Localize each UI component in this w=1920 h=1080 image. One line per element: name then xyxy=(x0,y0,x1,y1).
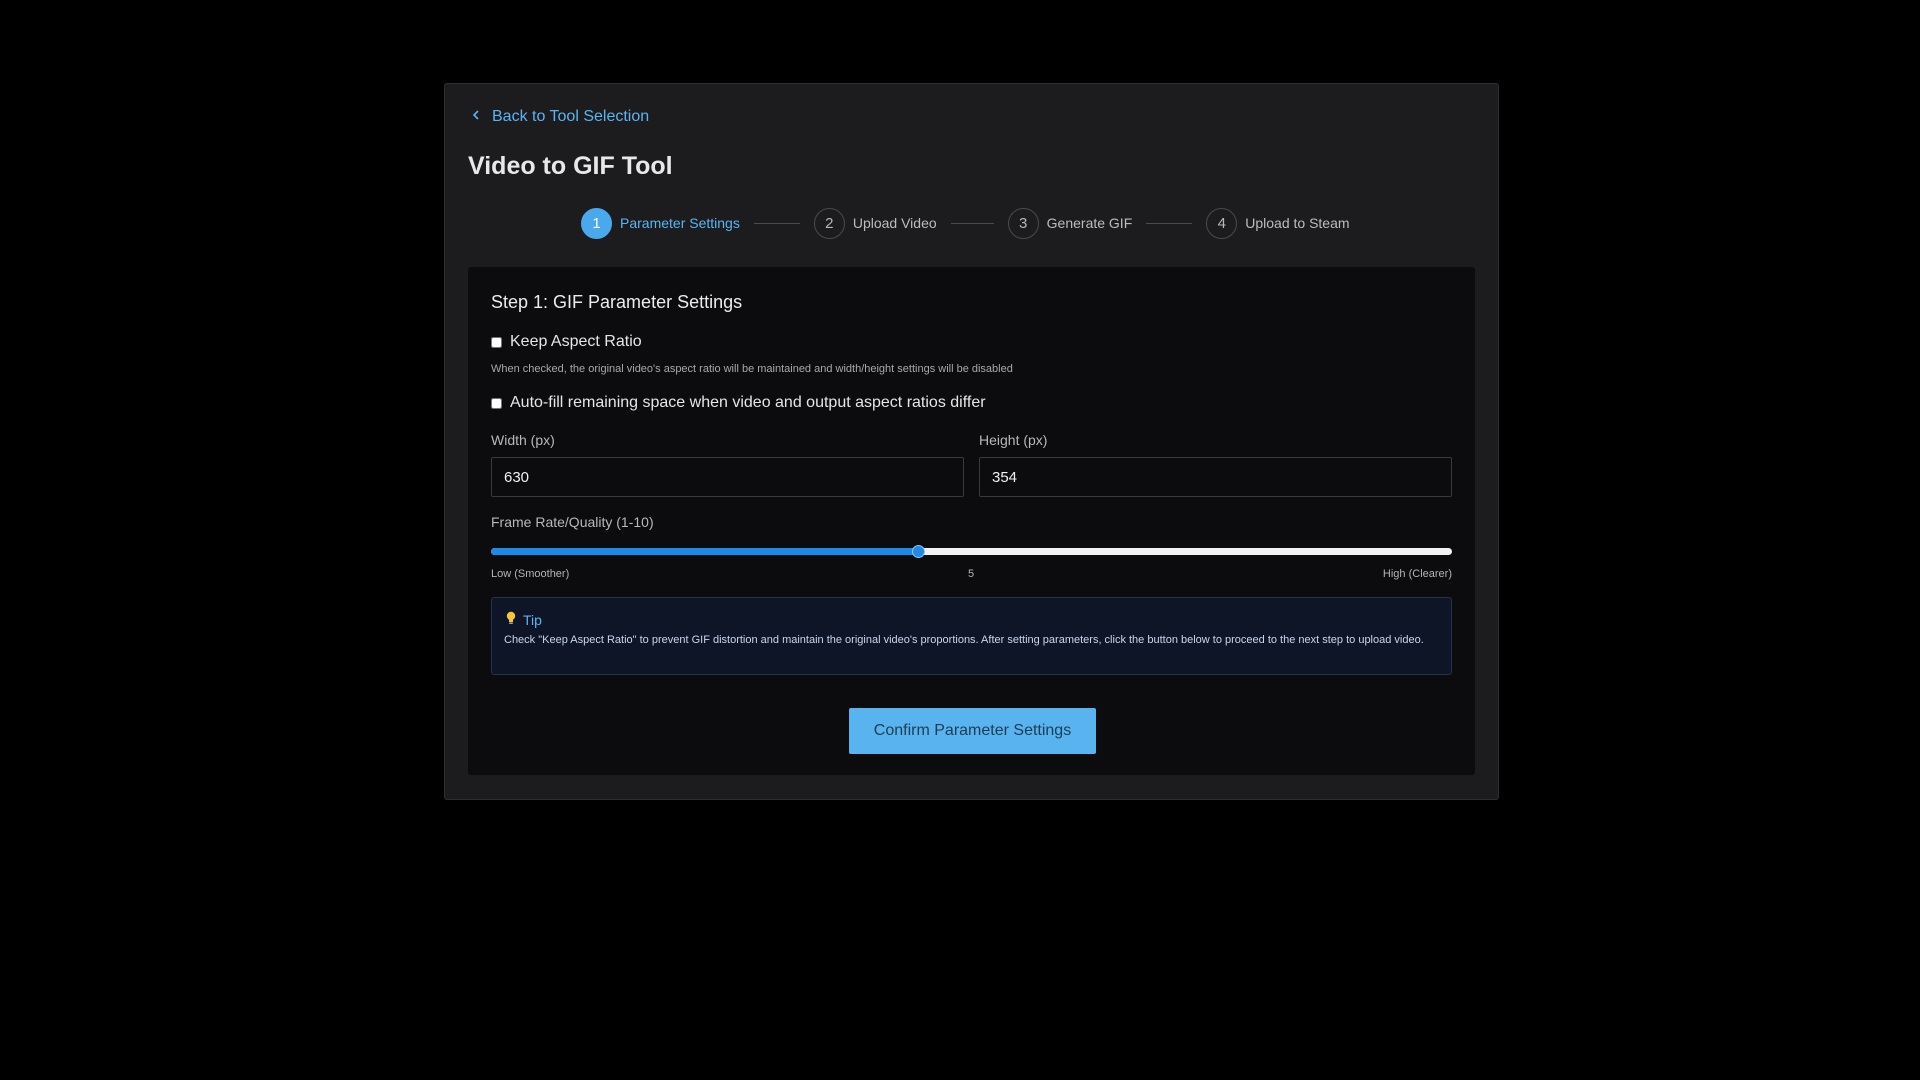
back-link-label: Back to Tool Selection xyxy=(492,108,650,125)
quality-value: 5 xyxy=(968,568,975,580)
keep-aspect-ratio-option[interactable]: Keep Aspect Ratio xyxy=(491,333,642,351)
quality-low-label: Low (Smoother) xyxy=(491,568,570,580)
step-3-number: 3 xyxy=(1007,207,1039,239)
height-input[interactable] xyxy=(979,457,1452,497)
lightbulb-icon xyxy=(505,611,517,628)
chevron-left-icon xyxy=(470,108,482,126)
parameter-settings-card: Step 1: GIF Parameter Settings Keep Aspe… xyxy=(468,267,1475,775)
auto-fill-option[interactable]: Auto-fill remaining space when video and… xyxy=(491,394,986,412)
step-connector xyxy=(950,222,994,224)
auto-fill-label: Auto-fill remaining space when video and… xyxy=(510,394,986,411)
back-to-tool-selection-link[interactable]: Back to Tool Selection xyxy=(470,108,649,126)
height-label: Height (px) xyxy=(979,432,1048,448)
width-label: Width (px) xyxy=(491,432,555,448)
width-input[interactable] xyxy=(491,457,964,497)
step-4-number: 4 xyxy=(1206,207,1238,239)
step-4-label: Upload to Steam xyxy=(1245,215,1350,231)
tool-panel: Back to Tool Selection Video to GIF Tool… xyxy=(444,83,1499,800)
step-1-label: Parameter Settings xyxy=(620,215,740,231)
step-connector xyxy=(753,222,800,224)
quality-label: Frame Rate/Quality (1-10) xyxy=(491,514,654,530)
step-1-number: 1 xyxy=(581,207,612,239)
confirm-parameter-settings-button[interactable]: Confirm Parameter Settings xyxy=(849,708,1096,754)
step-1[interactable]: 1 Parameter Settings xyxy=(581,207,740,239)
step-indicator: 1 Parameter Settings 2 Upload Video 3 Ge… xyxy=(581,207,1350,239)
auto-fill-checkbox[interactable] xyxy=(491,397,502,409)
step-3-label: Generate GIF xyxy=(1046,215,1133,231)
step-connector xyxy=(1146,222,1193,224)
quality-high-label: High (Clearer) xyxy=(1382,568,1452,580)
tip-heading: Tip xyxy=(505,611,542,628)
quality-slider-fill xyxy=(491,548,919,555)
step-3[interactable]: 3 Generate GIF xyxy=(1007,207,1133,239)
section-title: Step 1: GIF Parameter Settings xyxy=(491,292,743,312)
page-title: Video to GIF Tool xyxy=(468,152,673,180)
step-2[interactable]: 2 Upload Video xyxy=(813,207,937,239)
quality-slider[interactable] xyxy=(491,545,1452,558)
quality-slider-thumb[interactable] xyxy=(912,545,926,558)
step-2-number: 2 xyxy=(813,207,845,239)
keep-aspect-ratio-label: Keep Aspect Ratio xyxy=(510,333,642,350)
keep-aspect-ratio-checkbox[interactable] xyxy=(491,336,502,348)
keep-aspect-ratio-hint: When checked, the original video's aspec… xyxy=(491,363,1013,375)
step-4[interactable]: 4 Upload to Steam xyxy=(1206,207,1350,239)
tip-box: Tip Check "Keep Aspect Ratio" to prevent… xyxy=(491,597,1452,675)
tip-title: Tip xyxy=(523,611,542,628)
step-2-label: Upload Video xyxy=(852,215,937,231)
tip-text: Check "Keep Aspect Ratio" to prevent GIF… xyxy=(504,634,1424,646)
